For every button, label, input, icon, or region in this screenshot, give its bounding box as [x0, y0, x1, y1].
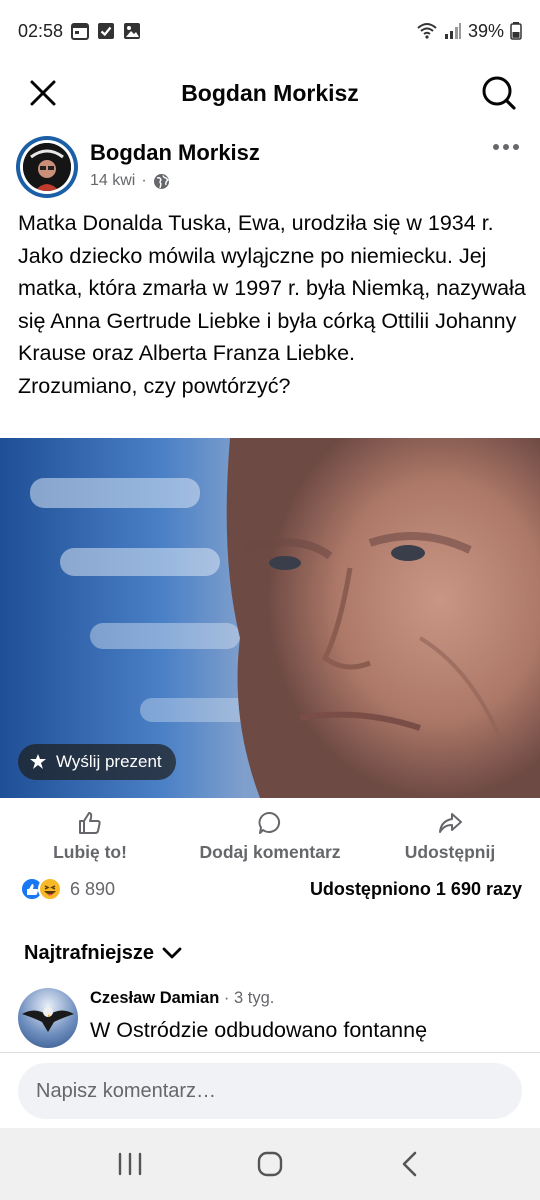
like-button[interactable]: Lubię to!: [0, 800, 180, 872]
avatar-photo: [23, 143, 71, 191]
post-body: Matka Donalda Tuska, Ewa, urodziła się w…: [18, 211, 526, 398]
comment-input[interactable]: [18, 1063, 522, 1119]
close-button[interactable]: [12, 62, 74, 124]
image-icon: [124, 23, 141, 39]
share-label: Udostępnij: [404, 841, 496, 862]
wifi-icon: [417, 23, 437, 39]
search-button[interactable]: [468, 62, 530, 124]
recents-icon: [118, 1152, 142, 1176]
calendar-icon: [71, 23, 90, 40]
system-nav-bar: [0, 1128, 540, 1200]
page-title: Bogdan Morkisz: [181, 79, 359, 106]
checkbox-icon: [98, 23, 115, 39]
back-icon: [402, 1151, 417, 1177]
share-count[interactable]: Udostępniono 1 690 razy: [310, 879, 522, 900]
avatar-image-icon: [23, 143, 71, 191]
eagle-icon: [22, 1007, 74, 1032]
dot-icon: [503, 144, 509, 150]
globe-icon: [153, 173, 169, 189]
post-meta: 14 kwi ·: [90, 172, 170, 190]
reaction-icons: [20, 877, 62, 901]
battery-percent: 39%: [467, 20, 504, 41]
home-icon: [257, 1151, 283, 1177]
comment-label: Dodaj komentarz: [199, 841, 341, 862]
like-label: Lubię to!: [53, 841, 127, 862]
avatar-ring: [20, 140, 74, 194]
gift-icon: [30, 754, 46, 769]
status-left: 02:58: [18, 21, 141, 42]
sort-label: Najtrafniejsze: [24, 941, 155, 964]
post-header: Bogdan Morkisz 14 kwi ·: [16, 132, 524, 202]
comment-text: W Ostródzie odbudowano fontannę: [90, 1018, 428, 1042]
commenter-avatar[interactable]: [18, 988, 78, 1048]
haha-reaction-icon: [38, 877, 62, 901]
gift-label: Wyślij prezent: [56, 752, 162, 771]
signal-icon: [444, 23, 461, 39]
battery-icon: [510, 22, 522, 40]
comment-sort-dropdown[interactable]: Najtrafniejsze: [24, 938, 182, 968]
status-bar: 02:58 39%: [0, 0, 540, 62]
app-header: Bogdan Morkisz: [0, 62, 540, 124]
author-avatar[interactable]: [16, 136, 78, 198]
dot-icon: [513, 144, 519, 150]
post-actions: Lubię to! Dodaj komentarz Udostępnij: [0, 800, 540, 872]
author-name[interactable]: Bogdan Morkisz: [90, 140, 260, 166]
search-icon: [482, 76, 516, 110]
reaction-count: 6 890: [70, 878, 116, 899]
more-options-button[interactable]: [488, 132, 524, 162]
share-icon: [439, 812, 462, 833]
send-gift-button[interactable]: Wyślij prezent: [18, 744, 176, 780]
reactions-summary[interactable]: 6 890 Udostępniono 1 690 razy: [20, 872, 522, 906]
post-image[interactable]: Wyślij prezent: [0, 438, 540, 798]
post-text: Matka Donalda Tuska, Ewa, urodziła się w…: [18, 207, 528, 402]
status-right: 39%: [416, 21, 522, 42]
post-time[interactable]: 14 kwi: [90, 172, 135, 190]
share-button[interactable]: Udostępnij: [360, 800, 540, 872]
comment-composer: [0, 1052, 540, 1128]
meta-separator: ·: [141, 172, 147, 189]
recents-button[interactable]: [100, 1134, 160, 1194]
comment-time: · 3 tyg.: [223, 989, 275, 1007]
status-time: 02:58: [18, 20, 64, 41]
home-button[interactable]: [240, 1134, 300, 1194]
back-button[interactable]: [380, 1134, 440, 1194]
comment-item: Czesław Damian · 3 tyg. W Ostródzie odbu…: [18, 986, 522, 1052]
thumbs-up-icon: [79, 811, 101, 834]
close-icon: [30, 80, 56, 106]
dot-icon: [493, 144, 499, 150]
chevron-down-icon: [162, 947, 182, 959]
comment-icon: [258, 811, 281, 834]
commenter-name-text: Czesław Damian: [90, 989, 220, 1007]
commenter-name[interactable]: Czesław Damian · 3 tyg.: [90, 989, 274, 1008]
comment-button[interactable]: Dodaj komentarz: [180, 800, 360, 872]
